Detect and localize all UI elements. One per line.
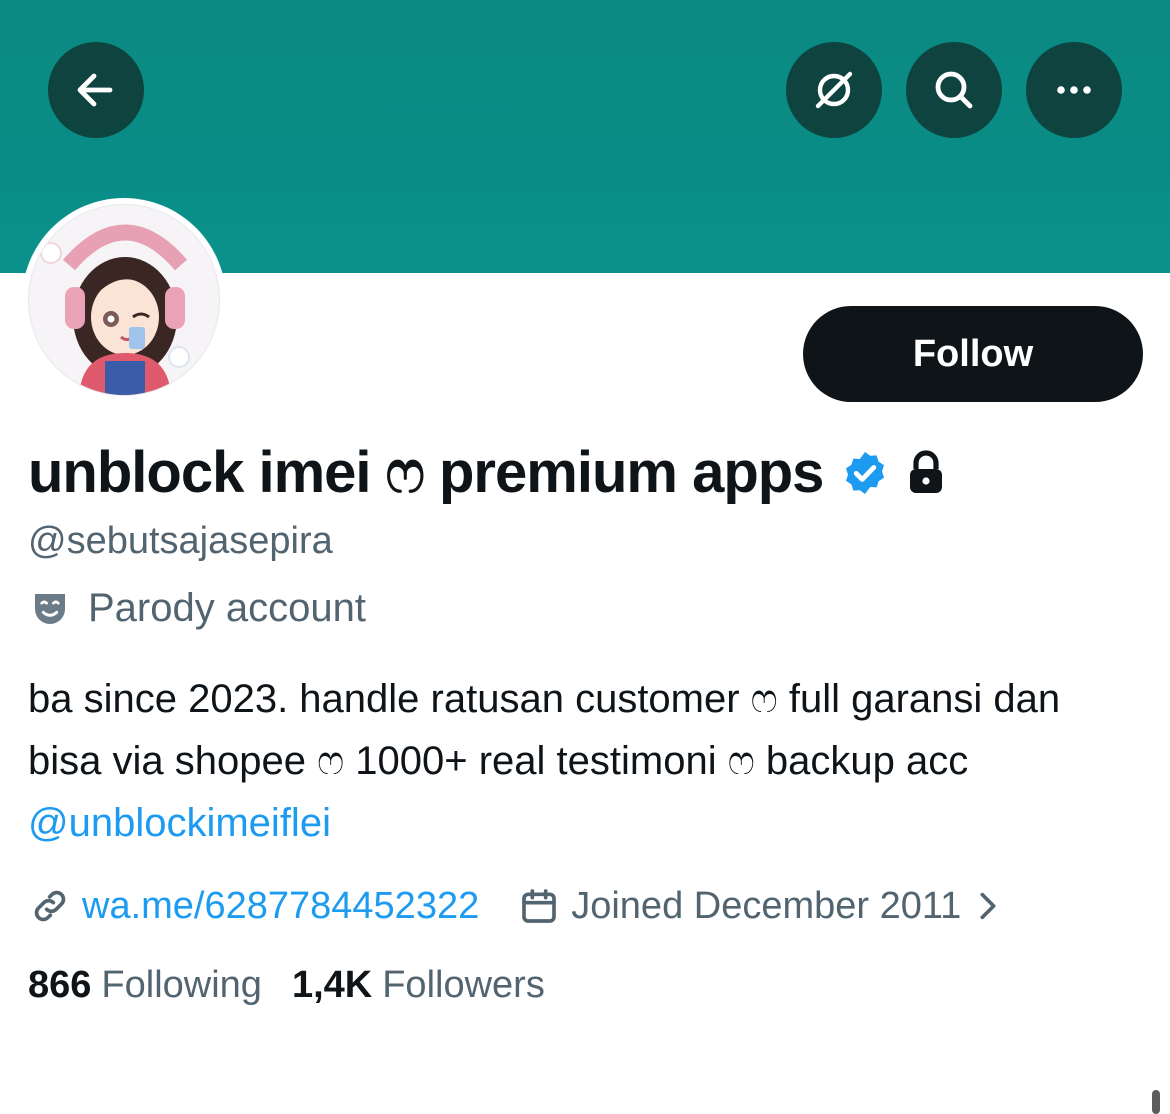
more-horizontal-icon bbox=[1057, 86, 1091, 94]
user-handle: @sebutsajasepira bbox=[28, 520, 333, 562]
display-name: unblock imei ෆ premium apps bbox=[28, 440, 824, 505]
scroll-indicator[interactable] bbox=[1152, 1090, 1160, 1114]
search-icon bbox=[935, 71, 973, 109]
following-label[interactable]: Following bbox=[101, 964, 262, 1007]
parody-label-text: Parody account bbox=[88, 586, 366, 630]
joined-date: Joined December 2011 bbox=[571, 884, 962, 927]
arrow-left-icon bbox=[77, 73, 113, 107]
bio-mention-link[interactable]: @unblockimeiflei bbox=[28, 801, 331, 845]
translate-off-icon bbox=[815, 71, 853, 109]
verified-badge-icon[interactable] bbox=[841, 449, 889, 497]
translate-toggle-button[interactable] bbox=[786, 42, 882, 138]
follow-button[interactable]: Follow bbox=[803, 306, 1143, 402]
avatar-illustration bbox=[29, 205, 219, 395]
followers-count[interactable]: 1,4K bbox=[292, 964, 372, 1007]
chevron-right-icon[interactable] bbox=[975, 889, 1001, 923]
followers-label[interactable]: Followers bbox=[382, 964, 545, 1007]
profile-meta-row: wa.me/6287784452322 Joined December 2011 bbox=[30, 878, 1001, 934]
bio-text: ba since 2023. handle ratusan customer ෆ… bbox=[28, 677, 1061, 783]
display-name-row: unblock imei ෆ premium apps bbox=[28, 438, 947, 508]
link-icon bbox=[34, 890, 66, 922]
calendar-icon bbox=[522, 889, 557, 923]
search-button[interactable] bbox=[906, 42, 1002, 138]
website-link[interactable]: wa.me/6287784452322 bbox=[82, 885, 479, 928]
profile-bio: ba since 2023. handle ratusan customer ෆ… bbox=[28, 668, 1138, 854]
parody-account-label: Parody account bbox=[30, 586, 366, 631]
more-options-button[interactable] bbox=[1026, 42, 1122, 138]
avatar-image bbox=[28, 204, 220, 396]
following-count[interactable]: 866 bbox=[28, 964, 91, 1007]
lock-icon bbox=[910, 450, 943, 493]
follow-stats: 866 Following 1,4K Followers bbox=[28, 964, 545, 1007]
back-button[interactable] bbox=[48, 42, 144, 138]
theater-mask-icon bbox=[35, 593, 65, 624]
profile-avatar[interactable] bbox=[22, 198, 226, 402]
